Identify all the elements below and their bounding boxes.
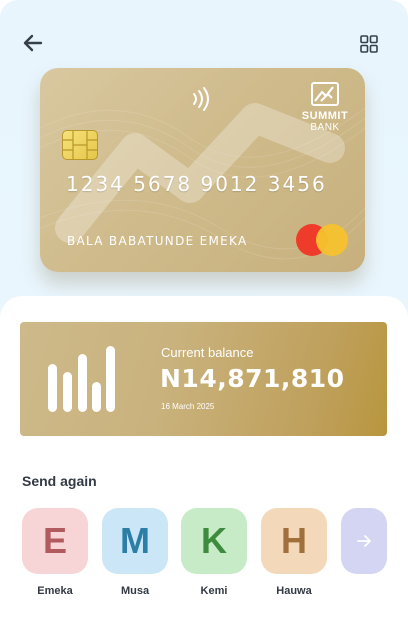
balance-card[interactable]: Current balance N14,871,810 16 March 202… xyxy=(20,322,387,436)
arrow-right-icon xyxy=(357,535,371,547)
contactless-icon xyxy=(193,87,209,111)
grid-icon xyxy=(360,35,378,53)
contact-name: Hauwa xyxy=(276,585,312,597)
balance-amount: N14,871,810 xyxy=(160,364,345,393)
bank-name: SUMMIT xyxy=(301,110,349,122)
back-button[interactable] xyxy=(18,28,48,58)
bank-card[interactable]: SUMMIT BANK 1234 5678 9012 3456 BALA BAB… xyxy=(40,68,365,272)
bank-logo: SUMMIT BANK xyxy=(295,82,355,133)
balance-label: Current balance xyxy=(161,345,254,360)
contact-name: Kemi xyxy=(200,585,228,597)
contact-hauwa[interactable]: H Hauwa xyxy=(261,508,327,597)
send-again-title: Send again xyxy=(22,473,97,489)
contact-avatar: H xyxy=(261,508,327,574)
summit-logo-icon xyxy=(311,82,339,106)
chip-icon xyxy=(62,130,98,160)
more-contacts-button[interactable] xyxy=(341,508,387,574)
arrow-left-icon xyxy=(23,34,43,52)
contact-name: Emeka xyxy=(37,585,73,597)
app-screen: SUMMIT BANK 1234 5678 9012 3456 BALA BAB… xyxy=(0,0,408,632)
contact-avatar: M xyxy=(102,508,168,574)
balance-chart-icon xyxy=(48,346,118,412)
contact-avatar: K xyxy=(181,508,247,574)
balance-date: 16 March 2025 xyxy=(161,402,215,411)
grid-menu-button[interactable] xyxy=(356,31,382,57)
card-number: 1234 5678 9012 3456 xyxy=(66,172,327,196)
contact-emeka[interactable]: E Emeka xyxy=(22,508,88,597)
mastercard-icon xyxy=(296,224,350,256)
contact-avatar: E xyxy=(22,508,88,574)
bank-sub: BANK xyxy=(310,122,340,133)
contact-musa[interactable]: M Musa xyxy=(102,508,168,597)
contact-name: Musa xyxy=(120,585,150,597)
contact-kemi[interactable]: K Kemi xyxy=(181,508,247,597)
card-holder-name: BALA BABATUNDE EMEKA xyxy=(67,234,248,248)
